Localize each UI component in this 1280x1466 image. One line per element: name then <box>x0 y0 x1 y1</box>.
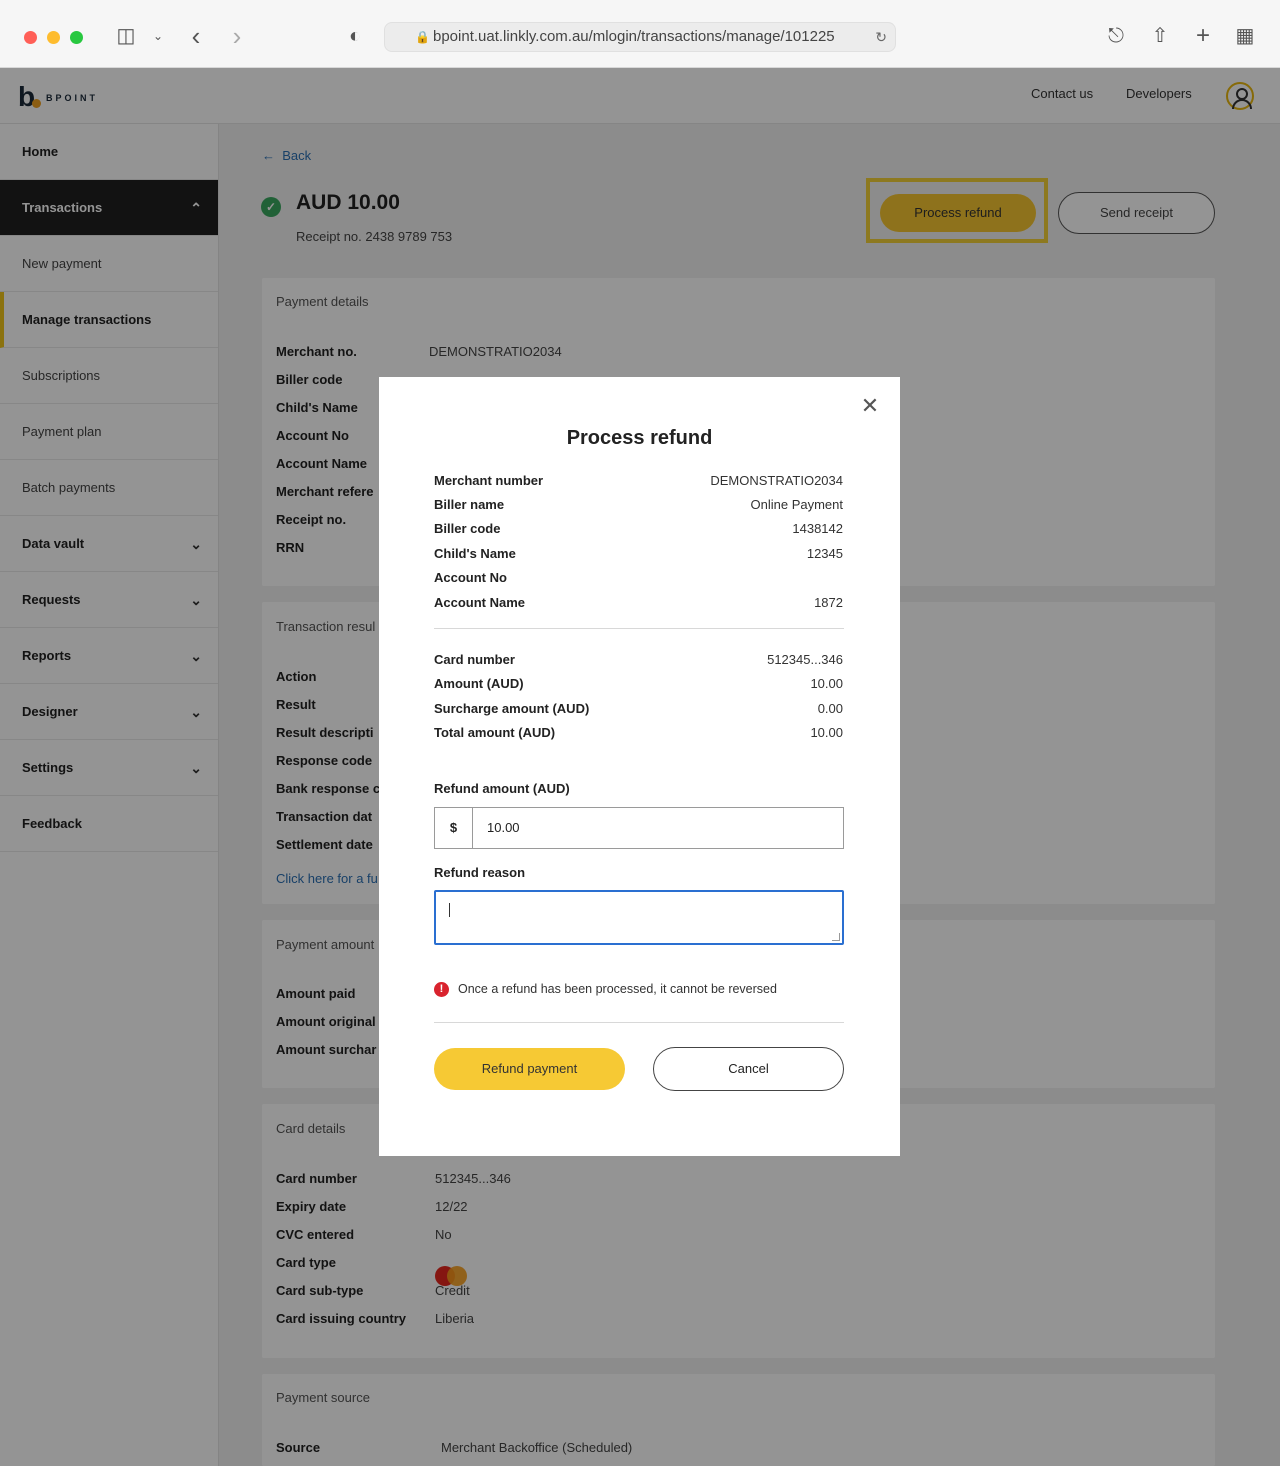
amount-label: Card number <box>434 652 515 667</box>
resize-handle-icon[interactable] <box>832 933 840 941</box>
detail-label: Account Name <box>434 595 526 610</box>
divider <box>434 1022 844 1023</box>
chevron-down-icon[interactable]: ⌄ <box>148 22 168 50</box>
share-icon[interactable]: ⇧ <box>1147 22 1173 50</box>
lock-icon: 🔒 <box>415 30 430 44</box>
divider <box>434 628 844 629</box>
address-bar[interactable]: 🔒 bpoint.uat.linkly.com.au/mlogin/transa… <box>384 22 896 52</box>
detail-label: Merchant number <box>434 473 544 488</box>
detail-label: Child's Name <box>434 546 516 561</box>
detail-label: Biller code <box>434 521 501 536</box>
close-window-button[interactable] <box>24 31 37 44</box>
amount-value: 10.00 <box>810 676 843 691</box>
sidebar-toggle-icon[interactable]: ◫ <box>112 22 140 50</box>
refund-amount-input[interactable]: $ 10.00 <box>434 807 844 849</box>
back-arrow-icon[interactable]: ‹ <box>184 22 208 50</box>
reload-icon[interactable]: ↻ <box>875 23 887 51</box>
amount-label: Amount (AUD) <box>434 676 524 691</box>
amount-label: Surcharge amount (AUD) <box>434 701 590 716</box>
amount-value: 0.00 <box>817 701 843 716</box>
detail-value: 1438142 <box>792 521 843 536</box>
cancel-button[interactable]: Cancel <box>653 1047 844 1091</box>
refund-amount-value: 10.00 <box>487 820 520 835</box>
tab-overview-icon[interactable]: ▦ <box>1232 22 1258 50</box>
refund-payment-button[interactable]: Refund payment <box>434 1048 625 1090</box>
text-caret <box>449 903 450 917</box>
detail-label: Biller name <box>434 497 505 512</box>
detail-value: 12345 <box>806 546 843 561</box>
new-tab-icon[interactable]: + <box>1190 22 1216 50</box>
detail-value: 1872 <box>814 595 843 610</box>
refund-reason-textarea[interactable] <box>434 890 844 945</box>
modal-title: Process refund <box>566 427 713 449</box>
zoom-window-button[interactable] <box>70 31 83 44</box>
refund-reason-label: Refund reason <box>434 865 526 880</box>
close-icon[interactable]: ✕ <box>859 395 881 417</box>
forward-arrow-icon[interactable]: › <box>225 22 249 50</box>
download-icon[interactable]: ⎋ <box>1103 22 1129 50</box>
shield-icon[interactable]: ◐ <box>342 22 368 50</box>
amount-value: 10.00 <box>810 725 843 740</box>
detail-label: Account No <box>434 570 507 585</box>
browser-toolbar: ◫ ⌄ ‹ › ◐ 🔒 bpoint.uat.linkly.com.au/mlo… <box>0 0 1280 68</box>
amount-label: Total amount (AUD) <box>434 725 556 740</box>
process-refund-modal: ✕ Process refund Merchant number DEMONST… <box>379 377 900 1156</box>
detail-value: DEMONSTRATIO2034 <box>710 473 843 488</box>
amount-value: 512345...346 <box>767 652 843 667</box>
url-text: bpoint.uat.linkly.com.au/mlogin/transact… <box>433 28 835 45</box>
warning-icon: ! <box>434 982 449 997</box>
currency-symbol: $ <box>435 808 473 848</box>
refund-amount-label: Refund amount (AUD) <box>434 781 570 796</box>
detail-value: Online Payment <box>750 497 844 512</box>
minimize-window-button[interactable] <box>47 31 60 44</box>
refund-warning-text: Once a refund has been processed, it can… <box>458 982 777 996</box>
